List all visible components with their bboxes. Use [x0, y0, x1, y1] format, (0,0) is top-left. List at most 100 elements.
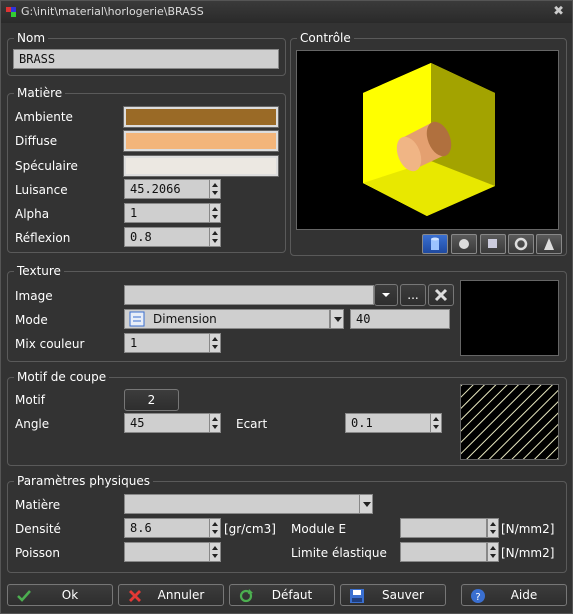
texture-preview [460, 280, 559, 356]
speculaire-color-swatch[interactable] [123, 155, 279, 177]
ambiente-label: Ambiente [15, 110, 73, 124]
image-select[interactable] [124, 285, 374, 305]
delete-icon [434, 288, 448, 302]
alpha-input[interactable]: 1 [124, 203, 210, 223]
physique-matiere-label: Matière [15, 498, 61, 512]
limite-elastique-spinner[interactable] [487, 542, 499, 562]
browse-button-label: ... [407, 288, 419, 302]
densite-input[interactable]: 8.6 [124, 518, 210, 538]
mode-select[interactable]: Dimension [124, 309, 330, 329]
densite-unit: [gr/cm3] [224, 522, 276, 536]
torus-view-button[interactable] [508, 234, 534, 254]
checkmark-icon [17, 590, 31, 602]
window-title: G:\init\material\horlogerie\BRASS [21, 5, 204, 18]
defaut-button-label: Défaut [271, 588, 313, 602]
physique-matiere-dropdown-arrow[interactable] [359, 494, 373, 514]
image-dropdown-button[interactable] [374, 284, 398, 306]
diffuse-label: Diffuse [15, 134, 58, 148]
cube-cylinder-preview [363, 63, 495, 216]
ecart-spinner[interactable] [430, 413, 442, 433]
angle-input[interactable]: 45 [124, 413, 210, 433]
mode-select-value: Dimension [153, 312, 217, 326]
clear-image-button[interactable] [428, 284, 454, 306]
chevron-down-icon [382, 293, 390, 297]
defaut-button[interactable]: Défaut [229, 584, 335, 606]
ambiente-color-swatch[interactable] [123, 106, 279, 128]
browse-button[interactable]: ... [400, 284, 426, 306]
annuler-button[interactable]: Annuler [118, 584, 224, 606]
module-e-spinner[interactable] [487, 518, 499, 538]
reset-icon [239, 589, 253, 603]
reflexion-label: Réflexion [15, 231, 71, 245]
ecart-label: Ecart [236, 417, 268, 431]
image-label: Image [15, 289, 53, 303]
poisson-spinner[interactable] [209, 542, 221, 562]
cancel-x-icon [129, 590, 141, 602]
diffuse-color-swatch[interactable] [123, 130, 279, 152]
mix-couleur-spinner[interactable] [209, 333, 221, 353]
motif-button[interactable]: 2 [124, 389, 179, 411]
texture-group-label: Texture [14, 264, 64, 278]
limite-elastique-input[interactable] [400, 542, 487, 562]
poisson-input[interactable] [124, 542, 210, 562]
module-e-unit: [N/mm2] [501, 522, 555, 536]
ok-button-label: Ok [61, 588, 79, 602]
cylinder-view-button[interactable] [422, 234, 448, 254]
luisance-input[interactable]: 45.2066 [124, 179, 210, 199]
torus-icon [514, 237, 528, 251]
sphere-icon [459, 239, 469, 249]
cone-view-button[interactable] [536, 234, 562, 254]
alpha-label: Alpha [15, 207, 50, 221]
controle-group-label: Contrôle [297, 31, 354, 45]
cube-icon [488, 239, 497, 248]
mode-label: Mode [15, 313, 48, 327]
reflexion-input[interactable]: 0.8 [124, 227, 210, 247]
save-floppy-icon [350, 589, 364, 603]
mix-couleur-input[interactable]: 1 [124, 333, 210, 353]
cube-view-button[interactable] [480, 234, 506, 254]
hatch-pattern-preview [460, 384, 559, 460]
physique-matiere-select[interactable] [124, 494, 360, 514]
sauver-button-label: Sauver [382, 588, 424, 602]
preview-viewport[interactable] [296, 50, 559, 230]
limite-elastique-unit: [N/mm2] [501, 546, 555, 560]
close-icon[interactable]: ✖ [553, 4, 564, 19]
sauver-button[interactable]: Sauver [340, 584, 446, 606]
densite-spinner[interactable] [209, 518, 221, 538]
app-icon [6, 7, 16, 17]
ecart-input[interactable]: 0.1 [345, 413, 431, 433]
svg-text:?: ? [475, 592, 480, 603]
nom-input[interactable]: BRASS [13, 49, 279, 69]
aide-button-label: Aide [510, 588, 538, 602]
reflexion-spinner[interactable] [209, 227, 221, 247]
module-e-label: Module E [291, 522, 347, 536]
sphere-view-button[interactable] [451, 234, 477, 254]
mode-dropdown-arrow[interactable] [330, 309, 344, 329]
nom-group-label: Nom [14, 31, 49, 45]
speculaire-label: Spéculaire [15, 159, 78, 173]
motif-group-label: Motif de coupe [14, 370, 110, 384]
mix-couleur-label: Mix couleur [15, 337, 85, 351]
title-bar: G:\init\material\horlogerie\BRASS ✖ [1, 1, 572, 23]
dimension-mode-icon [129, 311, 145, 327]
poisson-label: Poisson [15, 546, 60, 560]
angle-spinner[interactable] [209, 413, 221, 433]
annuler-button-label: Annuler [157, 588, 205, 602]
luisance-spinner[interactable] [209, 179, 221, 199]
ok-button[interactable]: Ok [7, 584, 113, 606]
material-dialog: G:\init\material\horlogerie\BRASS ✖ Nom … [0, 0, 573, 614]
matiere-group-label: Matière [14, 86, 66, 100]
help-icon: ? [471, 589, 485, 603]
hatch-pattern [461, 385, 558, 459]
cone-icon [544, 238, 554, 250]
densite-label: Densité [15, 522, 61, 536]
cylinder-icon [431, 237, 439, 250]
alpha-spinner[interactable] [209, 203, 221, 223]
physique-group-label: Paramètres physiques [14, 474, 154, 488]
module-e-input[interactable] [400, 518, 487, 538]
mode-value-input[interactable]: 40 [350, 309, 450, 329]
limite-elastique-label: Limite élastique [291, 546, 387, 560]
motif-label: Motif [15, 393, 45, 407]
aide-button[interactable]: ? Aide [461, 584, 567, 606]
luisance-label: Luisance [15, 183, 68, 197]
